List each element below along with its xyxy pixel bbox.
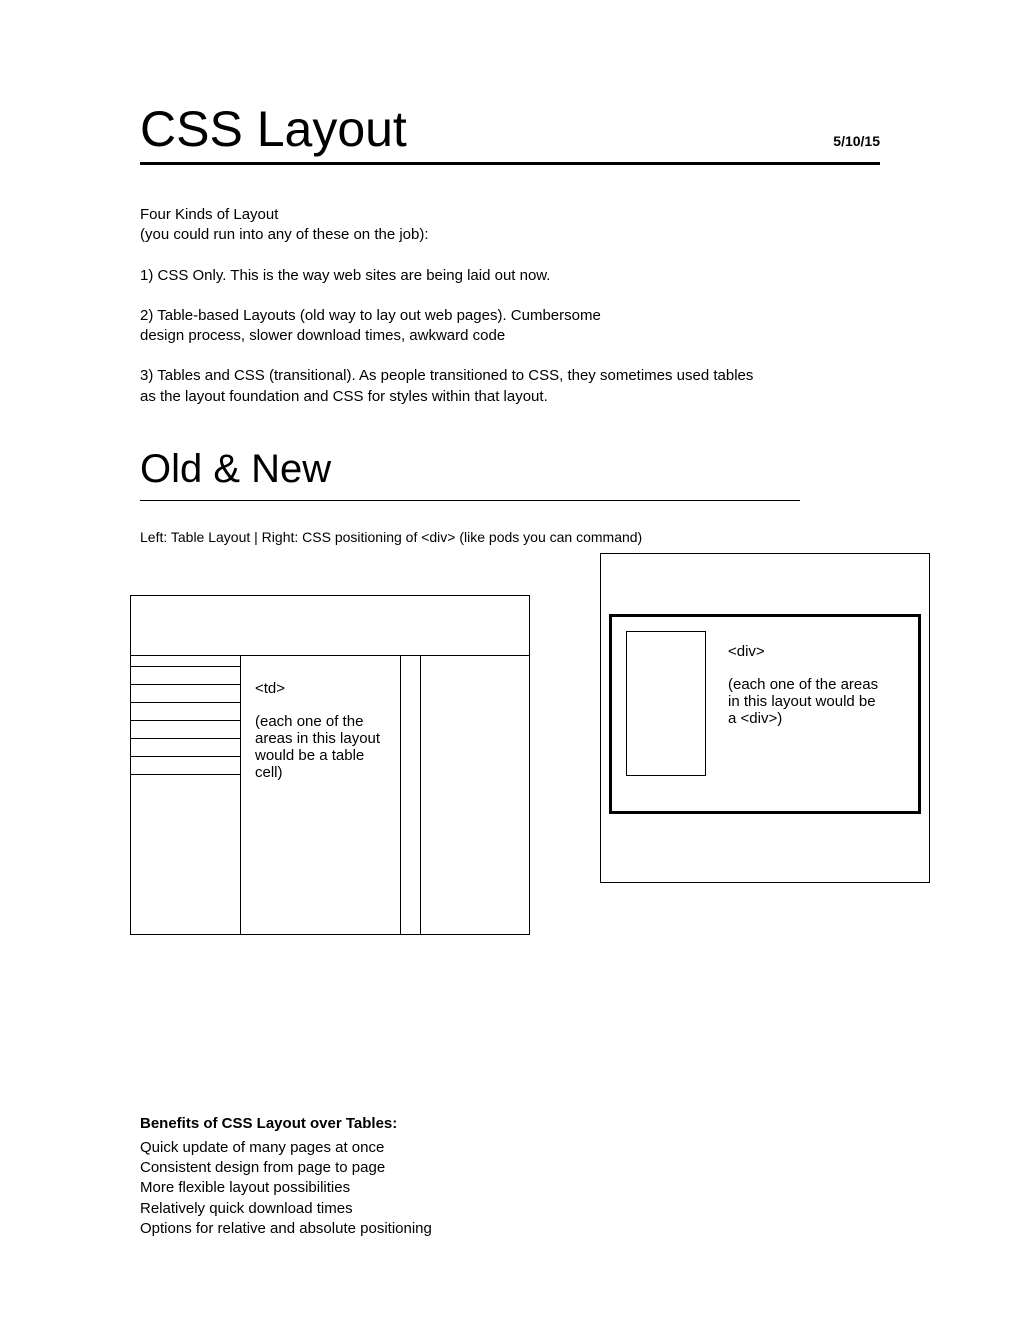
diagram-css-layout: <div> (each one of the areas in this lay…	[600, 553, 930, 883]
diagram-area: <td> (each one of the areas in this layo…	[140, 555, 880, 975]
intro-item-2: 2) Table-based Layouts (old way to lay o…	[140, 306, 620, 347]
diagram-td-label: <td>	[255, 680, 390, 697]
benefits-item: Relatively quick download times	[140, 1199, 880, 1219]
diagram-table-layout: <td> (each one of the areas in this layo…	[130, 595, 530, 935]
diagram-caption: Left: Table Layout | Right: CSS position…	[140, 529, 880, 545]
page-date: 5/10/15	[833, 133, 880, 149]
benefits-heading: Benefits of CSS Layout over Tables:	[140, 1115, 420, 1132]
diagram-td-description: (each one of the areas in this layout wo…	[255, 713, 390, 781]
benefits-item: Options for relative and absolute positi…	[140, 1219, 880, 1239]
diagram-div-description: (each one of the areas in this layout wo…	[728, 676, 886, 727]
benefits-section: Benefits of CSS Layout over Tables: Quic…	[140, 1115, 880, 1239]
intro-heading: Four Kinds of Layout (you could run into…	[140, 205, 780, 246]
diagram-table-rightcol	[421, 656, 529, 934]
diagram-table-header-row	[131, 596, 529, 656]
intro-item-3: 3) Tables and CSS (transitional). As peo…	[140, 366, 760, 407]
intro-item-1: 1) CSS Only. This is the way web sites a…	[140, 266, 620, 286]
diagram-div-label: <div>	[728, 643, 886, 660]
page-title: CSS Layout	[140, 100, 407, 158]
page-header: CSS Layout 5/10/15	[140, 100, 880, 165]
diagram-table-spacer	[401, 656, 421, 934]
diagram-table-mini-rows	[131, 666, 240, 775]
benefits-item: More flexible layout possibilities	[140, 1178, 880, 1198]
diagram-css-container: <div> (each one of the areas in this lay…	[609, 614, 921, 814]
diagram-css-sidebar	[626, 631, 706, 776]
diagram-table-cell-label: <td> (each one of the areas in this layo…	[241, 656, 401, 934]
diagram-table-sidebar	[131, 656, 241, 934]
section-old-new-title: Old & New	[140, 447, 880, 492]
benefits-list: Quick update of many pages at once Consi…	[140, 1138, 880, 1239]
benefits-item: Consistent design from page to page	[140, 1158, 880, 1178]
diagram-css-label-block: <div> (each one of the areas in this lay…	[706, 631, 886, 727]
section-rule	[140, 500, 800, 501]
benefits-item: Quick update of many pages at once	[140, 1138, 880, 1158]
